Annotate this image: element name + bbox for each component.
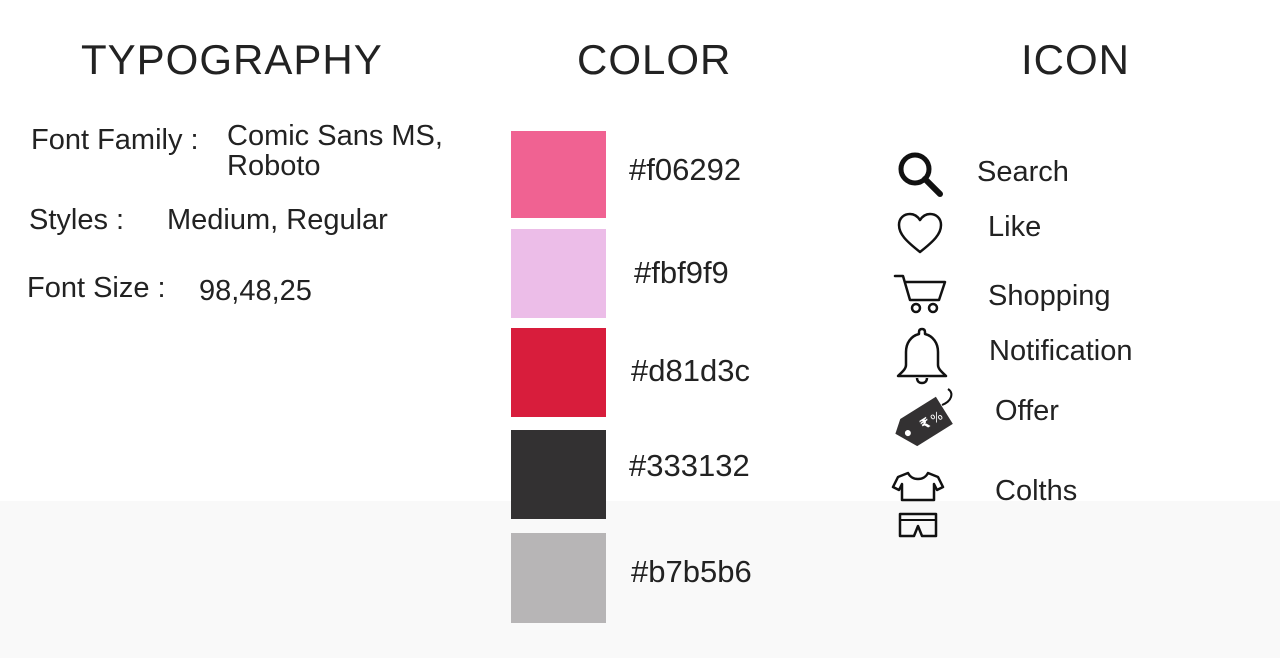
styles-value: Medium, Regular [167,204,388,236]
icon-heading: ICON [1021,36,1130,83]
icon-label-shopping: Shopping [988,280,1111,312]
icon-label-notification: Notification [989,335,1133,367]
color-hex-label: #d81d3c [631,353,750,388]
styles-label: Styles : [29,204,125,236]
price-tag-icon: ₹ % [890,385,958,451]
icon-label-offer: Offer [995,395,1059,427]
icon-label-search: Search [977,156,1069,188]
typography-heading: TYPOGRAPHY [81,36,383,83]
color-hex-label: #fbf9f9 [634,255,729,290]
color-swatch-pink [511,131,606,218]
color-heading: COLOR [577,36,732,83]
color-swatch-red [511,328,606,417]
clothes-icon [890,470,946,540]
heart-icon [896,210,944,258]
icon-label-clothes: Colths [995,475,1078,507]
color-swatch-light-pink [511,229,606,318]
color-swatch-dark [511,430,606,519]
font-family-label: Font Family : [31,124,199,156]
search-icon [896,150,944,198]
font-size-label: Font Size : [27,272,166,304]
font-family-value-line1: Comic Sans MS, [227,120,443,152]
color-hex-label: #f06292 [629,152,742,187]
color-hex-label: #b7b5b6 [631,554,752,589]
color-swatch-gray [511,533,606,623]
color-hex-label: #333132 [629,448,750,483]
font-family-value-line2: Roboto [227,150,321,182]
shopping-cart-icon [893,270,949,316]
font-size-value: 98,48,25 [199,275,312,307]
bell-icon [894,325,950,385]
icon-label-like: Like [988,211,1042,243]
